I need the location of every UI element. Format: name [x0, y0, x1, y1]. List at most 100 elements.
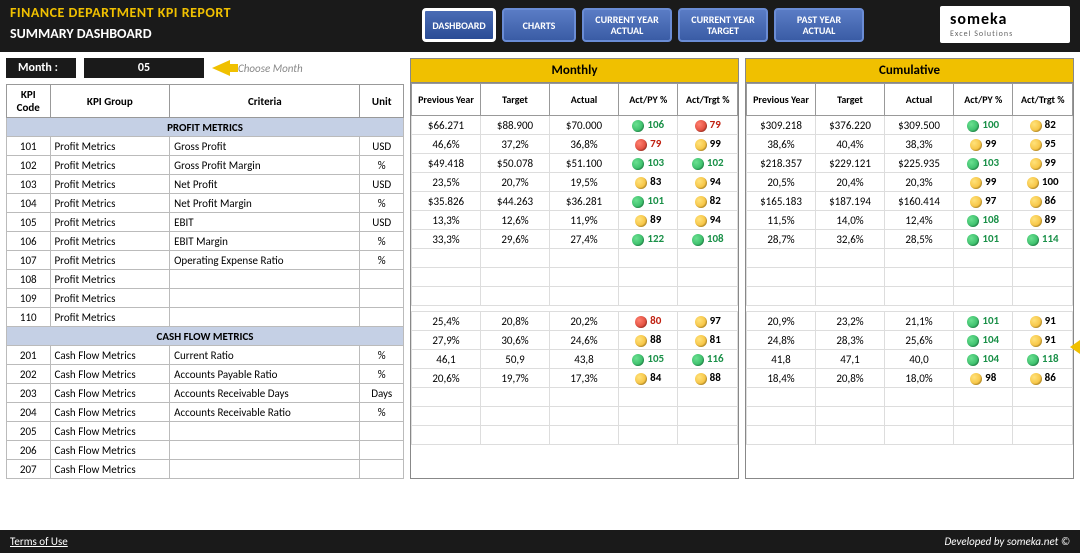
kpi-unit	[360, 422, 404, 441]
nav-tabs: DASHBOARD CHARTS CURRENT YEAR ACTUAL CUR…	[422, 8, 864, 42]
status-dot	[635, 177, 647, 189]
table-row: 46,6% 37,2% 36,8% 79 99	[412, 135, 738, 154]
target: $88.900	[481, 116, 550, 135]
kpi-group: Cash Flow Metrics	[50, 384, 170, 403]
table-row[interactable]: 109 Profit Metrics	[7, 289, 404, 308]
table-row[interactable]: 103 Profit Metrics Net Profit USD	[7, 175, 404, 194]
tab-current-actual[interactable]: CURRENT YEAR ACTUAL	[582, 8, 672, 42]
actual: 21,1%	[885, 312, 954, 331]
kpi-unit: %	[360, 346, 404, 365]
kpi-group: Cash Flow Metrics	[50, 365, 170, 384]
act-py: 98	[954, 369, 1013, 388]
target: 32,6%	[816, 230, 885, 249]
kpi-group: Profit Metrics	[50, 232, 170, 251]
terms-link[interactable]: Terms of Use	[10, 535, 68, 548]
table-row[interactable]: 204 Cash Flow Metrics Accounts Receivabl…	[7, 403, 404, 422]
table-row[interactable]: 203 Cash Flow Metrics Accounts Receivabl…	[7, 384, 404, 403]
kpi-code: 102	[7, 156, 51, 175]
kpi-criteria: EBIT Margin	[170, 232, 360, 251]
act-trgt: 100	[1013, 173, 1073, 192]
status-dot	[1027, 177, 1039, 189]
table-row[interactable]: 106 Profit Metrics EBIT Margin %	[7, 232, 404, 251]
kpi-group: Profit Metrics	[50, 156, 170, 175]
status-dot	[695, 335, 707, 347]
app-header: FINANCE DEPARTMENT KPI REPORT SUMMARY DA…	[0, 0, 1080, 52]
actual: $70.000	[550, 116, 619, 135]
actual: 25,6%	[885, 331, 954, 350]
kpi-code: 103	[7, 175, 51, 194]
table-row[interactable]: 107 Profit Metrics Operating Expense Rat…	[7, 251, 404, 270]
act-trgt: 91	[1013, 331, 1073, 350]
prev-year: 20,9%	[747, 312, 816, 331]
col-atg: Act/Trgt %	[1013, 84, 1073, 116]
table-row[interactable]: 201 Cash Flow Metrics Current Ratio %	[7, 346, 404, 365]
table-row[interactable]: 108 Profit Metrics	[7, 270, 404, 289]
table-row[interactable]: 110 Profit Metrics	[7, 308, 404, 327]
act-trgt: 97	[678, 312, 738, 331]
kpi-unit	[360, 308, 404, 327]
month-selector[interactable]: 05	[84, 58, 204, 78]
target: 30,6%	[481, 331, 550, 350]
act-py: 99	[954, 135, 1013, 154]
target: 23,2%	[816, 312, 885, 331]
tab-past-actual[interactable]: PAST YEAR ACTUAL	[774, 8, 864, 42]
act-py: 122	[619, 230, 678, 249]
act-py: 79	[619, 135, 678, 154]
prev-year: 27,9%	[412, 331, 481, 350]
table-row[interactable]: 202 Cash Flow Metrics Accounts Payable R…	[7, 365, 404, 384]
table-row[interactable]: 104 Profit Metrics Net Profit Margin %	[7, 194, 404, 213]
actual: 18,0%	[885, 369, 954, 388]
table-row[interactable]: 207 Cash Flow Metrics	[7, 460, 404, 479]
prev-year: 46,6%	[412, 135, 481, 154]
status-dot	[695, 373, 707, 385]
act-trgt: 108	[678, 230, 738, 249]
prev-year: $35.826	[412, 192, 481, 211]
kpi-unit: %	[360, 232, 404, 251]
kpi-definitions: Month : 05 Choose Month KPI Code KPI Gro…	[6, 58, 404, 479]
table-row: $218.357 $229.121 $225.935 103 99	[747, 154, 1073, 173]
col-apy: Act/PY %	[619, 84, 678, 116]
kpi-group: Profit Metrics	[50, 289, 170, 308]
kpi-code: 105	[7, 213, 51, 232]
kpi-code: 207	[7, 460, 51, 479]
kpi-code: 201	[7, 346, 51, 365]
tab-current-target[interactable]: CURRENT YEAR TARGET	[678, 8, 768, 42]
act-py: 100	[954, 116, 1013, 135]
kpi-criteria	[170, 460, 360, 479]
actual: 19,5%	[550, 173, 619, 192]
logo: someka Excel Solutions	[940, 6, 1070, 43]
act-py: 106	[619, 116, 678, 135]
status-dot	[695, 177, 707, 189]
tab-charts[interactable]: CHARTS	[502, 8, 576, 42]
status-dot	[692, 234, 704, 246]
tab-dashboard[interactable]: DASHBOARD	[422, 8, 496, 42]
target: $187.194	[816, 192, 885, 211]
act-trgt: 102	[678, 154, 738, 173]
table-row[interactable]: 206 Cash Flow Metrics	[7, 441, 404, 460]
table-row[interactable]: 105 Profit Metrics EBIT USD	[7, 213, 404, 232]
kpi-code: 110	[7, 308, 51, 327]
kpi-code: 202	[7, 365, 51, 384]
act-py: 83	[619, 173, 678, 192]
act-py: 104	[954, 331, 1013, 350]
status-dot	[692, 354, 704, 366]
target: $50.078	[481, 154, 550, 173]
status-dot	[695, 139, 707, 151]
kpi-code: 107	[7, 251, 51, 270]
status-dot	[970, 139, 982, 151]
status-dot	[970, 196, 982, 208]
col-actual: Actual	[550, 84, 619, 116]
table-row: 20,9% 23,2% 21,1% 101 91	[747, 312, 1073, 331]
table-row: 38,6% 40,4% 38,3% 99 95	[747, 135, 1073, 154]
table-row[interactable]: 205 Cash Flow Metrics	[7, 422, 404, 441]
table-row	[747, 426, 1073, 445]
kpi-code: 106	[7, 232, 51, 251]
act-trgt: 94	[678, 173, 738, 192]
table-row[interactable]: 102 Profit Metrics Gross Profit Margin %	[7, 156, 404, 175]
act-trgt: 99	[678, 135, 738, 154]
kpi-code: 108	[7, 270, 51, 289]
kpi-unit: %	[360, 403, 404, 422]
logo-text: someka	[950, 10, 1060, 29]
table-row[interactable]: 101 Profit Metrics Gross Profit USD	[7, 137, 404, 156]
col-unit: Unit	[360, 85, 404, 118]
